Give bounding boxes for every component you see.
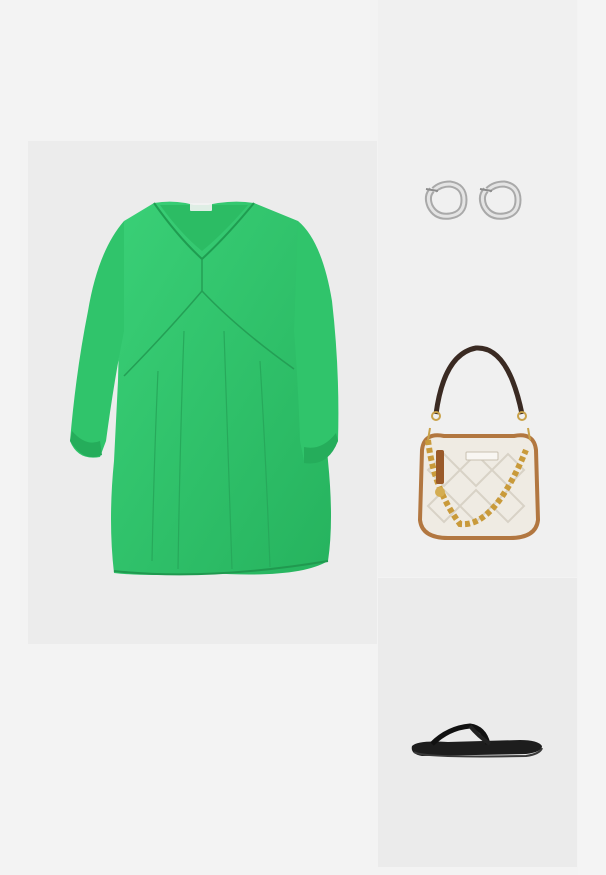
- dress-product-card[interactable]: [28, 141, 377, 644]
- silver-hoop-earrings-image[interactable]: [418, 172, 528, 232]
- green-tunic-dress-image: [70, 201, 339, 576]
- black-thong-sandal-image: [411, 723, 543, 758]
- monogram-shoulder-bag-image[interactable]: [414, 340, 544, 545]
- accessories-panel: [378, 0, 577, 577]
- sandal-product-card[interactable]: [378, 578, 577, 867]
- page-margin: [578, 0, 606, 875]
